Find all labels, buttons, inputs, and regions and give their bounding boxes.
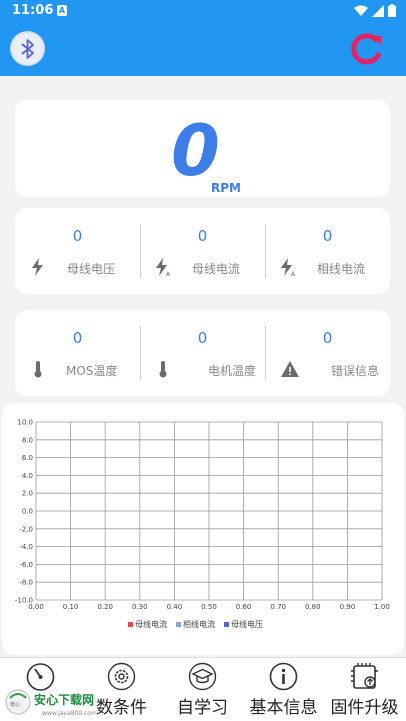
svg-text:安心下载网: 安心下载网 (34, 692, 94, 707)
legend-label: 母线电流 (135, 619, 167, 629)
bolt-icon (32, 258, 43, 276)
y-tick-label: -10.0 (15, 597, 33, 605)
status-time: 11:06 (12, 3, 54, 18)
bolt-a-icon: A (156, 258, 171, 276)
error-info-value: 0 (322, 329, 333, 347)
rpm-card: 0 RPM (15, 100, 390, 197)
svg-text:安心: 安心 (10, 701, 20, 708)
svg-text:A: A (166, 271, 171, 276)
chip-icon (351, 663, 378, 689)
x-tick-label: 0.70 (270, 603, 286, 611)
nav-label: 基本信息 (249, 698, 318, 718)
y-tick-label: 0.0 (22, 508, 33, 516)
legend-swatch (224, 622, 229, 627)
signal-icon (372, 4, 384, 17)
y-tick-label: -2.0 (19, 525, 33, 533)
y-tick-label: -4.0 (19, 543, 33, 551)
a-letter-icon: A (57, 5, 67, 16)
warning-icon (281, 361, 299, 377)
realtime-line-chart: 0.00 0.10 0.20 0.30 0.40 0.50 0.60 0.70 0.80 0.90… (15, 419, 390, 630)
x-tick-label: 0.20 (97, 603, 113, 611)
y-tick-label: 4.0 (22, 472, 33, 480)
bluetooth-button[interactable] (10, 31, 45, 66)
y-tick-label: 6.0 (22, 454, 33, 462)
phase-current-label: 相线电流 (317, 262, 366, 276)
error-info-metric: 0 错误信息 (265, 310, 390, 396)
y-tick-label: 10.0 (17, 419, 33, 427)
mos-temp-value: 0 (72, 329, 83, 347)
bolt-a-icon: A (281, 258, 296, 276)
nav-item-self-learning[interactable]: 自学习 (162, 658, 243, 721)
motor-temp-value: 0 (197, 329, 208, 347)
nav-label: 固件升级 (330, 698, 399, 718)
nav-item-firmware-upgrade[interactable]: 固件升级 (324, 658, 405, 721)
y-tick-label: -6.0 (19, 561, 33, 569)
refresh-icon[interactable] (348, 31, 384, 67)
error-info-label: 错误信息 (331, 364, 380, 378)
rpm-value: 0 (171, 110, 220, 192)
thermometer-icon (34, 361, 42, 378)
status-icons (354, 4, 396, 17)
watermark-logo: 安心 安心下载网 www.java800.com (5, 689, 97, 717)
app-header: 11:06 A (0, 0, 406, 76)
bluetooth-icon (20, 38, 34, 59)
wifi-icon (354, 5, 368, 16)
status-metrics-card: 0 MOS温度 0 电机温度 0 错误信息 (15, 310, 390, 396)
nav-item-basic-info[interactable]: 基本信息 (243, 658, 324, 721)
phase-current-metric: 0 A 相线电流 (265, 208, 390, 294)
graduation-cap-icon (188, 662, 217, 691)
nav-label: 自学习 (177, 698, 228, 718)
bus-current-value: 0 (197, 227, 208, 245)
realtime-chart-card: 0.00 0.10 0.20 0.30 0.40 0.50 0.60 0.70 0.80 0.90… (2, 403, 404, 655)
x-tick-label: 0.40 (167, 603, 183, 611)
x-tick-label: 0.10 (63, 603, 79, 611)
y-tick-label: 2.0 (22, 490, 33, 498)
x-tick-label: 0.30 (132, 603, 148, 611)
rpm-unit: RPM (211, 181, 241, 195)
motor-temp-metric: 0 电机温度 (140, 310, 265, 396)
bus-voltage-value: 0 (72, 227, 83, 245)
legend-label: 相线电流 (183, 619, 215, 629)
mos-temp-metric: 0 MOS温度 (15, 310, 140, 396)
x-tick-label: 1.00 (374, 603, 390, 611)
x-tick-label: 0.60 (236, 603, 252, 611)
x-tick-label: 0.80 (305, 603, 321, 611)
legend-swatch (176, 622, 181, 627)
legend-label: 母线电压 (231, 619, 263, 629)
bus-voltage-metric: 0 母线电压 (15, 208, 140, 294)
y-tick-label: 8.0 (22, 436, 33, 444)
svg-text:A: A (291, 271, 296, 276)
legend-swatch (128, 622, 133, 627)
info-icon (269, 662, 298, 691)
svg-text:www.java800.com: www.java800.com (42, 710, 97, 717)
thermometer-icon (159, 361, 167, 378)
electrical-metrics-card: 0 母线电压 0 A 母线电流 0 A 相线电流 (15, 208, 390, 294)
x-tick-label: 0.90 (340, 603, 356, 611)
battery-icon (388, 4, 396, 17)
gear-icon (107, 662, 136, 691)
x-tick-label: 0.50 (201, 603, 217, 611)
y-tick-label: -8.0 (19, 579, 33, 587)
phase-current-value: 0 (322, 227, 333, 245)
bus-current-metric: 0 A 母线电流 (140, 208, 265, 294)
